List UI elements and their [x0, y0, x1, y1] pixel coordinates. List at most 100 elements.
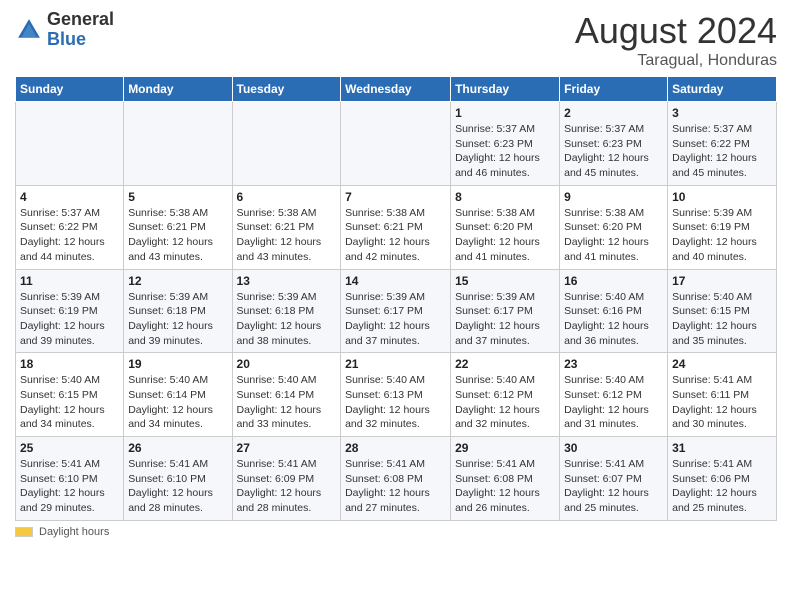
- day-info: Sunrise: 5:41 AM Sunset: 6:10 PM Dayligh…: [128, 457, 227, 516]
- day-number: 1: [455, 106, 555, 120]
- calendar-week-row: 25 Sunrise: 5:41 AM Sunset: 6:10 PM Dayli…: [16, 437, 777, 521]
- calendar-cell: 19Sunrise: 5:40 AM Sunset: 6:14 PM Dayli…: [124, 353, 232, 437]
- day-info: Sunrise: 5:37 AM Sunset: 6:22 PM Dayligh…: [672, 122, 772, 181]
- day-number: 27: [237, 441, 337, 455]
- day-info: Sunrise: 5:40 AM Sunset: 6:16 PM Dayligh…: [564, 290, 663, 349]
- day-info: Sunrise: 5:40 AM Sunset: 6:14 PM Dayligh…: [237, 373, 337, 432]
- page: General Blue August 2024 Taragual, Hondu…: [0, 0, 792, 612]
- day-info: Sunrise: 5:39 AM Sunset: 6:17 PM Dayligh…: [345, 290, 446, 349]
- calendar-cell: [124, 102, 232, 186]
- calendar-header-monday: Monday: [124, 77, 232, 102]
- calendar-header-sunday: Sunday: [16, 77, 124, 102]
- calendar-header-saturday: Saturday: [668, 77, 777, 102]
- day-info: Sunrise: 5:39 AM Sunset: 6:19 PM Dayligh…: [672, 206, 772, 265]
- calendar-cell: [232, 102, 341, 186]
- day-number: 2: [564, 106, 663, 120]
- calendar-cell: 22Sunrise: 5:40 AM Sunset: 6:12 PM Dayli…: [451, 353, 560, 437]
- calendar-cell: 20 Sunrise: 5:40 AM Sunset: 6:14 PM Dayli…: [232, 353, 341, 437]
- day-number: 26: [128, 441, 227, 455]
- day-number: 11: [20, 274, 119, 288]
- day-number: 22: [455, 357, 555, 371]
- calendar-cell: 7 Sunrise: 5:38 AM Sunset: 6:21 PM Daylig…: [341, 185, 451, 269]
- logo-text: General Blue: [47, 10, 114, 50]
- day-info: Sunrise: 5:38 AM Sunset: 6:20 PM Dayligh…: [564, 206, 663, 265]
- calendar-cell: 10 Sunrise: 5:39 AM Sunset: 6:19 PM Dayli…: [668, 185, 777, 269]
- day-number: 18: [20, 357, 119, 371]
- day-number: 17: [672, 274, 772, 288]
- day-number: 9: [564, 190, 663, 204]
- day-info: Sunrise: 5:37 AM Sunset: 6:23 PM Dayligh…: [455, 122, 555, 181]
- day-info: Sunrise: 5:41 AM Sunset: 6:09 PM Dayligh…: [237, 457, 337, 516]
- calendar-cell: 6 Sunrise: 5:38 AM Sunset: 6:21 PM Daylig…: [232, 185, 341, 269]
- day-number: 29: [455, 441, 555, 455]
- logo-general-text: General: [47, 10, 114, 30]
- calendar-cell: 3 Sunrise: 5:37 AM Sunset: 6:22 PM Daylig…: [668, 102, 777, 186]
- day-number: 30: [564, 441, 663, 455]
- day-number: 20: [237, 357, 337, 371]
- day-info: Sunrise: 5:39 AM Sunset: 6:17 PM Dayligh…: [455, 290, 555, 349]
- calendar-cell: 27 Sunrise: 5:41 AM Sunset: 6:09 PM Dayli…: [232, 437, 341, 521]
- calendar-header-row: SundayMondayTuesdayWednesdayThursdayFrid…: [16, 77, 777, 102]
- calendar-cell: 2Sunrise: 5:37 AM Sunset: 6:23 PM Daylig…: [560, 102, 668, 186]
- day-number: 14: [345, 274, 446, 288]
- generalblue-logo-icon: [15, 16, 43, 44]
- calendar-cell: 9 Sunrise: 5:38 AM Sunset: 6:20 PM Daylig…: [560, 185, 668, 269]
- calendar-table: SundayMondayTuesdayWednesdayThursdayFrid…: [15, 76, 777, 521]
- day-info: Sunrise: 5:38 AM Sunset: 6:20 PM Dayligh…: [455, 206, 555, 265]
- day-number: 10: [672, 190, 772, 204]
- calendar-cell: [341, 102, 451, 186]
- header: General Blue August 2024 Taragual, Hondu…: [15, 10, 777, 70]
- daylight-label: Daylight hours: [39, 526, 109, 538]
- day-info: Sunrise: 5:41 AM Sunset: 6:08 PM Dayligh…: [345, 457, 446, 516]
- day-number: 15: [455, 274, 555, 288]
- calendar-header-tuesday: Tuesday: [232, 77, 341, 102]
- calendar-cell: 30 Sunrise: 5:41 AM Sunset: 6:07 PM Dayli…: [560, 437, 668, 521]
- day-number: 28: [345, 441, 446, 455]
- day-info: Sunrise: 5:41 AM Sunset: 6:06 PM Dayligh…: [672, 457, 772, 516]
- day-number: 3: [672, 106, 772, 120]
- day-info: Sunrise: 5:40 AM Sunset: 6:15 PM Dayligh…: [20, 373, 119, 432]
- calendar-cell: 4Sunrise: 5:37 AM Sunset: 6:22 PM Daylig…: [16, 185, 124, 269]
- logo-blue-text: Blue: [47, 30, 114, 50]
- calendar-cell: 18 Sunrise: 5:40 AM Sunset: 6:15 PM Dayli…: [16, 353, 124, 437]
- day-info: Sunrise: 5:41 AM Sunset: 6:11 PM Dayligh…: [672, 373, 772, 432]
- day-info: Sunrise: 5:41 AM Sunset: 6:07 PM Dayligh…: [564, 457, 663, 516]
- calendar-cell: 17 Sunrise: 5:40 AM Sunset: 6:15 PM Dayli…: [668, 269, 777, 353]
- day-number: 25: [20, 441, 119, 455]
- day-info: Sunrise: 5:38 AM Sunset: 6:21 PM Dayligh…: [345, 206, 446, 265]
- day-info: Sunrise: 5:37 AM Sunset: 6:22 PM Dayligh…: [20, 206, 119, 265]
- calendar-cell: 13Sunrise: 5:39 AM Sunset: 6:18 PM Dayli…: [232, 269, 341, 353]
- title-block: August 2024 Taragual, Honduras: [575, 10, 777, 70]
- day-info: Sunrise: 5:39 AM Sunset: 6:19 PM Dayligh…: [20, 290, 119, 349]
- day-info: Sunrise: 5:38 AM Sunset: 6:21 PM Dayligh…: [237, 206, 337, 265]
- calendar-cell: 14 Sunrise: 5:39 AM Sunset: 6:17 PM Dayli…: [341, 269, 451, 353]
- day-info: Sunrise: 5:40 AM Sunset: 6:13 PM Dayligh…: [345, 373, 446, 432]
- calendar-cell: 29 Sunrise: 5:41 AM Sunset: 6:08 PM Dayli…: [451, 437, 560, 521]
- day-info: Sunrise: 5:39 AM Sunset: 6:18 PM Dayligh…: [128, 290, 227, 349]
- calendar-cell: 24 Sunrise: 5:41 AM Sunset: 6:11 PM Dayli…: [668, 353, 777, 437]
- day-info: Sunrise: 5:40 AM Sunset: 6:14 PM Dayligh…: [128, 373, 227, 432]
- day-info: Sunrise: 5:40 AM Sunset: 6:12 PM Dayligh…: [564, 373, 663, 432]
- calendar-cell: 11 Sunrise: 5:39 AM Sunset: 6:19 PM Dayli…: [16, 269, 124, 353]
- day-info: Sunrise: 5:41 AM Sunset: 6:08 PM Dayligh…: [455, 457, 555, 516]
- day-number: 7: [345, 190, 446, 204]
- sub-title: Taragual, Honduras: [575, 52, 777, 70]
- day-number: 13: [237, 274, 337, 288]
- day-number: 8: [455, 190, 555, 204]
- day-info: Sunrise: 5:40 AM Sunset: 6:15 PM Dayligh…: [672, 290, 772, 349]
- day-number: 12: [128, 274, 227, 288]
- day-number: 24: [672, 357, 772, 371]
- calendar-week-row: 1 Sunrise: 5:37 AM Sunset: 6:23 PM Daylig…: [16, 102, 777, 186]
- calendar-week-row: 18 Sunrise: 5:40 AM Sunset: 6:15 PM Dayli…: [16, 353, 777, 437]
- calendar-cell: 31Sunrise: 5:41 AM Sunset: 6:06 PM Dayli…: [668, 437, 777, 521]
- calendar-cell: 28 Sunrise: 5:41 AM Sunset: 6:08 PM Dayli…: [341, 437, 451, 521]
- logo: General Blue: [15, 10, 114, 50]
- main-title: August 2024: [575, 10, 777, 52]
- calendar-cell: 16Sunrise: 5:40 AM Sunset: 6:16 PM Dayli…: [560, 269, 668, 353]
- calendar-cell: [16, 102, 124, 186]
- day-number: 6: [237, 190, 337, 204]
- calendar-cell: 15 Sunrise: 5:39 AM Sunset: 6:17 PM Dayli…: [451, 269, 560, 353]
- calendar-cell: 5Sunrise: 5:38 AM Sunset: 6:21 PM Daylig…: [124, 185, 232, 269]
- day-number: 23: [564, 357, 663, 371]
- calendar-header-wednesday: Wednesday: [341, 77, 451, 102]
